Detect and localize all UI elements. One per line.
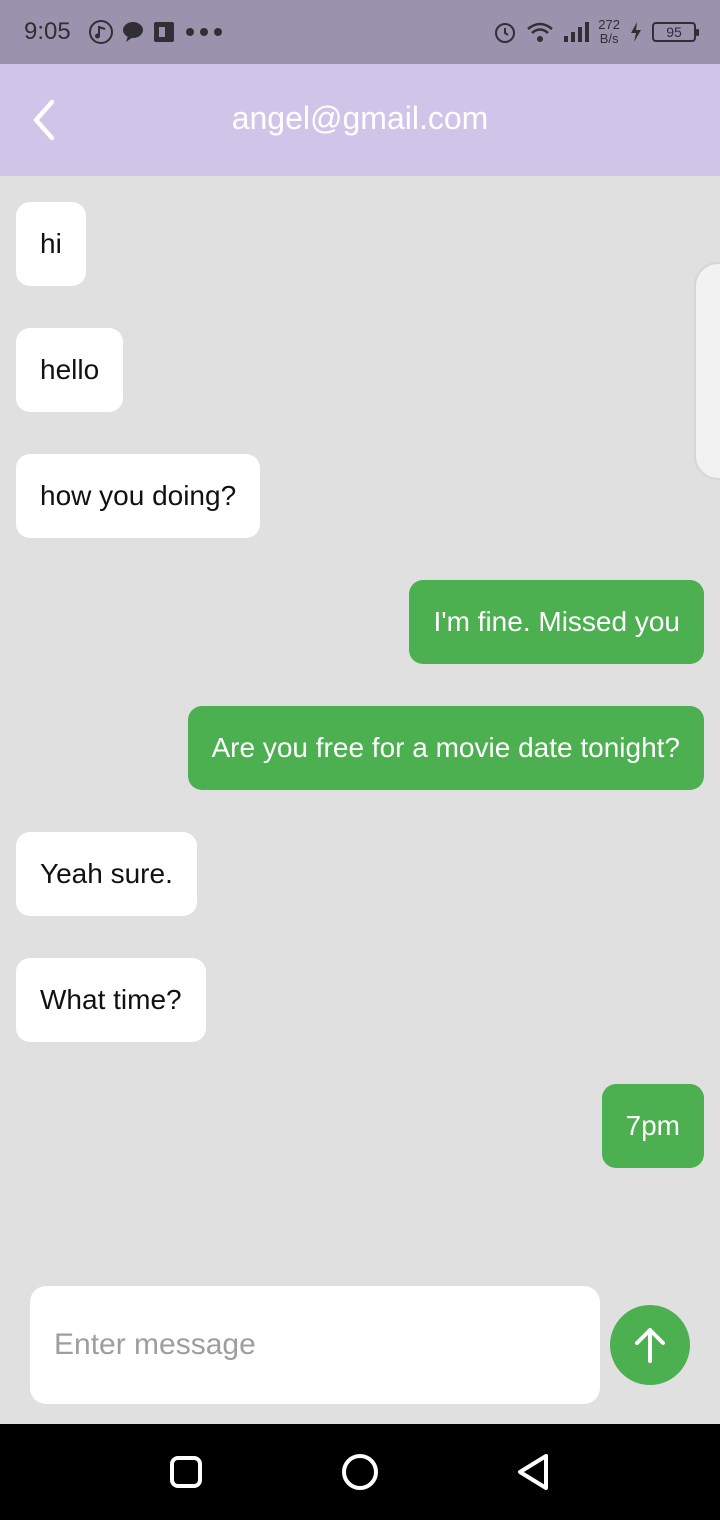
message-bubble-incoming: hi (16, 202, 86, 286)
app-icon (154, 22, 174, 42)
edge-panel-handle[interactable] (694, 262, 720, 480)
app-bar: angel@gmail.com (0, 64, 720, 176)
message-input[interactable] (30, 1286, 600, 1404)
message-list[interactable]: hi hello how you doing? I'm fine. Missed… (0, 176, 720, 1256)
status-icons-left (88, 18, 224, 46)
message-bubble-outgoing: 7pm (601, 1084, 704, 1168)
send-button[interactable] (610, 1305, 690, 1385)
recent-apps-icon (170, 1456, 202, 1488)
page-title: angel@gmail.com (231, 100, 489, 136)
message-bubble-outgoing: I'm fine. Missed you (409, 580, 704, 664)
home-icon (342, 1454, 378, 1490)
back-icon (518, 1454, 548, 1490)
status-time: 9:05 (24, 18, 71, 45)
message-bubble-incoming: hello (16, 328, 124, 412)
home-button[interactable] (336, 1448, 384, 1496)
system-nav-bar (0, 1424, 720, 1520)
signal-icon (564, 22, 590, 42)
battery-icon: 95 (652, 22, 699, 42)
recent-apps-button[interactable] (162, 1448, 210, 1496)
message-bubble-incoming: how you doing? (16, 454, 261, 538)
arrow-up-icon (635, 1328, 665, 1363)
more-dots-icon (186, 28, 222, 36)
music-note-icon (89, 20, 113, 44)
charging-icon (631, 22, 641, 42)
status-icons-right: 272 B/s 95 (492, 16, 699, 48)
alarm-icon (495, 23, 516, 43)
net-speed: 272 B/s (598, 17, 620, 46)
message-bubble-incoming: Yeah sure. (16, 832, 197, 916)
wifi-icon (527, 22, 554, 42)
message-bubble-incoming: What time? (16, 958, 206, 1042)
nav-back-button[interactable] (510, 1448, 558, 1496)
status-bar: 9:05 272 B/s 95 (0, 0, 720, 64)
message-bubble-outgoing: Are you free for a movie date tonight? (187, 706, 704, 790)
chat-bubble-icon (123, 22, 143, 42)
